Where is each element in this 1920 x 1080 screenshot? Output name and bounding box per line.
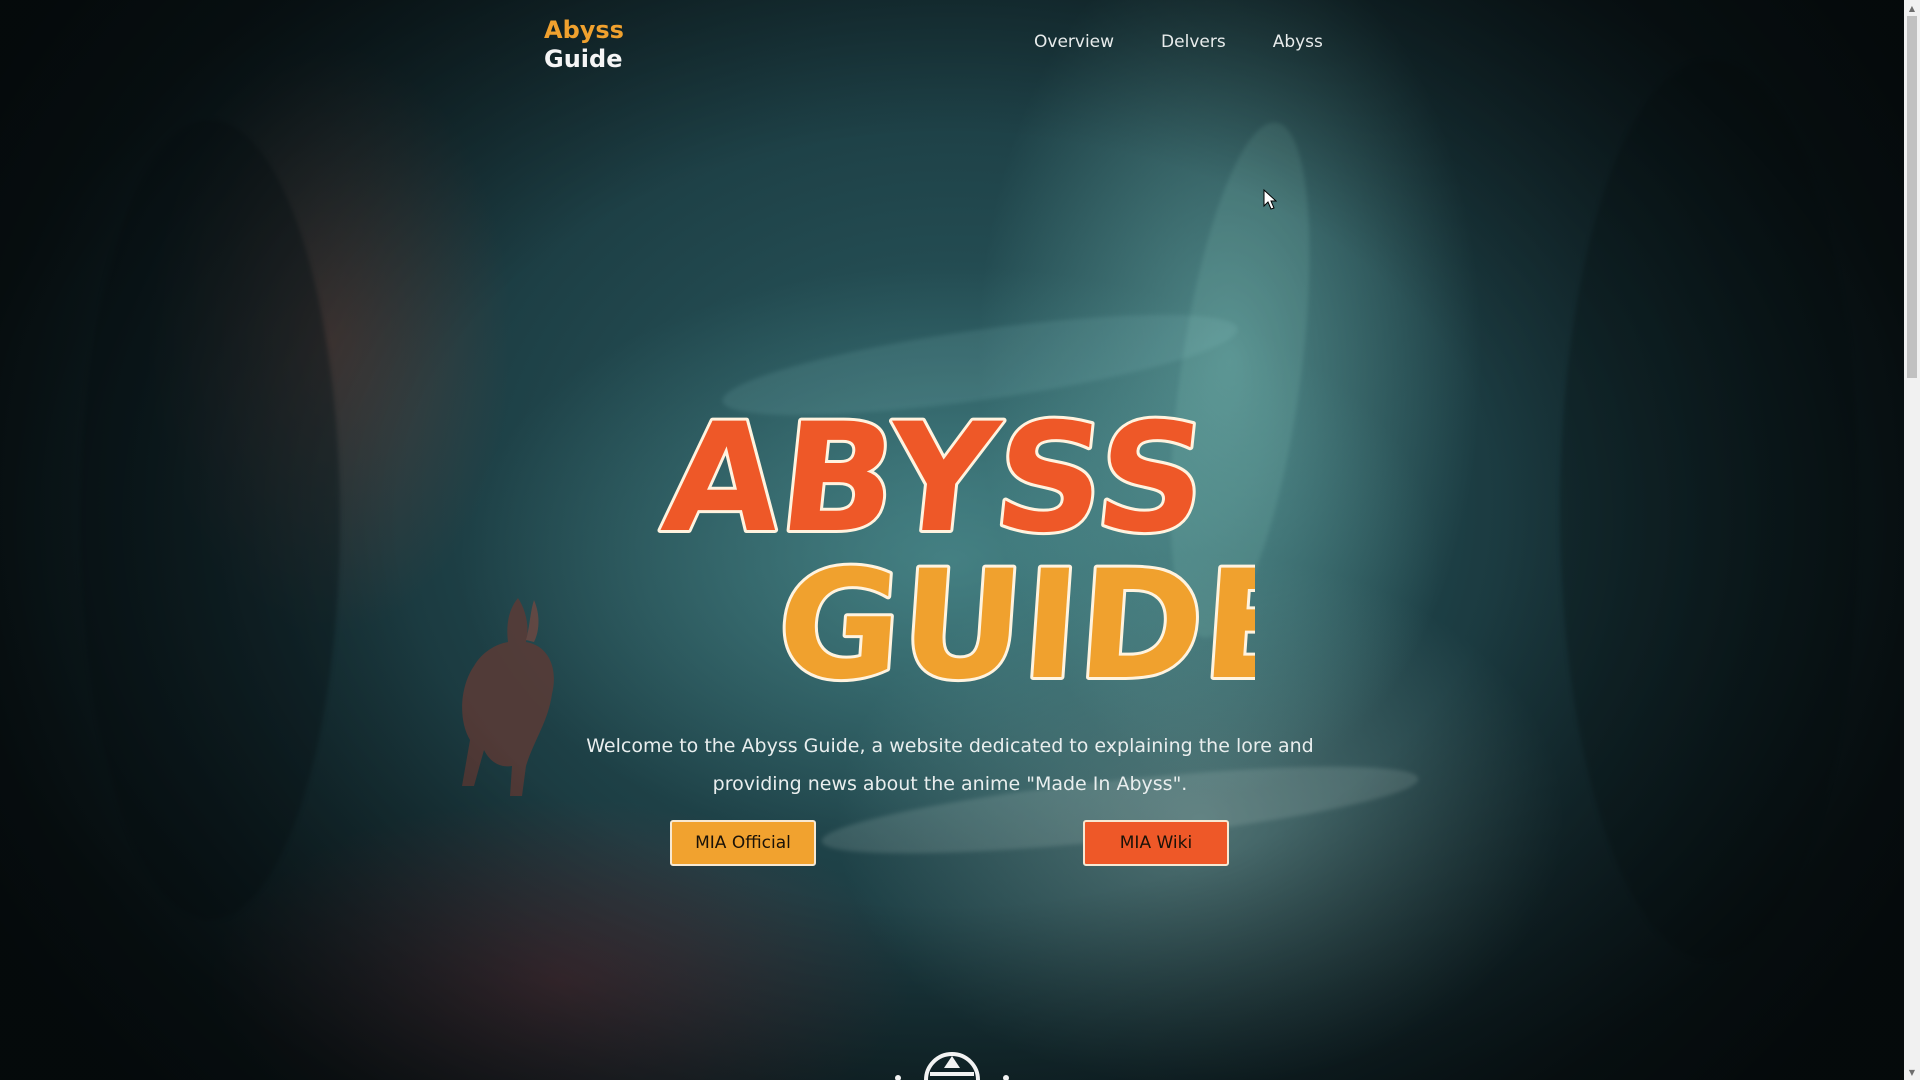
mouse-cursor-icon (1263, 189, 1277, 210)
shadow-wall (80, 120, 340, 920)
abyss-emblem-icon (895, 1052, 1009, 1080)
mia-wiki-button[interactable]: MIA Wiki (1083, 820, 1229, 866)
nav-link-abyss[interactable]: Abyss (1273, 32, 1323, 52)
welcome-text: Welcome to the Abyss Guide, a website de… (586, 735, 1314, 795)
main-nav: Overview Delvers Abyss (1034, 32, 1370, 52)
shadow-wall (1560, 60, 1860, 960)
scroll-up-arrow-icon[interactable]: ▲ (1904, 0, 1920, 16)
abyss-guide-title-logo: ABYSS GUIDE (655, 388, 1255, 695)
scrollbar-thumb[interactable] (1907, 16, 1917, 378)
hero-background: Abyss Guide Overview Delvers Abyss ABYSS… (0, 0, 1904, 1080)
brand-logo-link[interactable]: Abyss Guide (544, 16, 624, 74)
page-scrollbar[interactable]: ▲ ▼ (1904, 0, 1920, 1080)
nav-link-overview[interactable]: Overview (1034, 32, 1114, 52)
logo-line-guide: GUIDE (772, 539, 1255, 695)
brand-line-guide: Guide (544, 45, 623, 73)
scroll-down-arrow-icon[interactable]: ▼ (1904, 1064, 1920, 1080)
brand-line-abyss: Abyss (544, 16, 624, 44)
nav-link-delvers[interactable]: Delvers (1161, 32, 1226, 52)
mia-official-button[interactable]: MIA Official (670, 820, 816, 866)
